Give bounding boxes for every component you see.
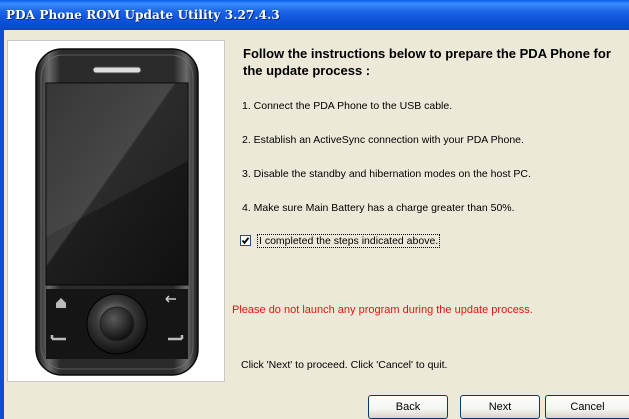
checkmark-icon (241, 237, 250, 245)
navigation-hint: Click 'Next' to proceed. Click 'Cancel' … (241, 359, 448, 371)
step-4: 4. Make sure Main Battery has a charge g… (242, 202, 515, 214)
cancel-button[interactable]: Cancel (545, 395, 629, 419)
instructions-heading: Follow the instructions below to prepare… (243, 46, 611, 78)
window-title: PDA Phone ROM Update Utility 3.27.4.3 (6, 8, 280, 22)
confirm-steps-checkbox[interactable] (240, 235, 251, 246)
confirm-steps-label[interactable]: I completed the steps indicated above. (257, 234, 441, 248)
warning-message: Please do not launch any program during … (232, 304, 533, 316)
instructions-area: Follow the instructions below to prepare… (230, 30, 629, 419)
step-3: 3. Disable the standby and hibernation m… (242, 168, 531, 180)
title-bar[interactable]: PDA Phone ROM Update Utility 3.27.4.3 (0, 0, 629, 30)
step-2: 2. Establish an ActiveSync connection wi… (242, 134, 524, 146)
next-button[interactable]: Next (460, 395, 540, 419)
back-button[interactable]: Back (368, 395, 448, 419)
step-1: 1. Connect the PDA Phone to the USB cabl… (242, 100, 453, 112)
phone-image-panel (7, 40, 225, 382)
window-frame-left (0, 30, 4, 419)
pda-phone-image (35, 48, 199, 376)
